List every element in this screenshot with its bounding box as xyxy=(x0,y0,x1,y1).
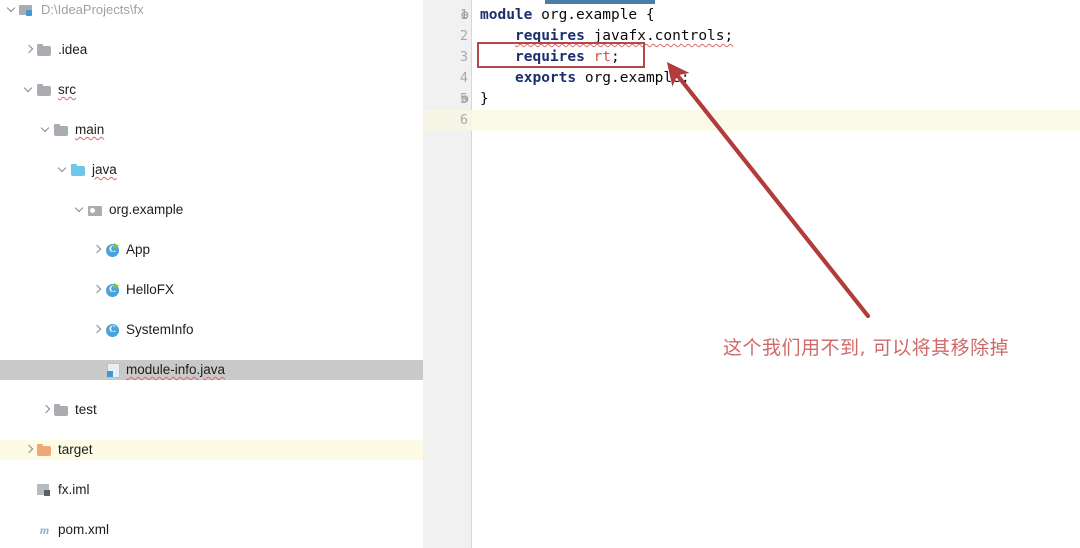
tree-row-label: target xyxy=(58,442,93,457)
iml-file-icon xyxy=(36,482,53,498)
code-token: requires xyxy=(515,28,585,44)
tree-row[interactable]: java xyxy=(0,160,423,180)
annotation-note: 这个我们用不到, 可以将其移除掉 xyxy=(723,337,1010,359)
chevron-down-icon[interactable] xyxy=(23,80,36,100)
folder-orange-icon xyxy=(36,442,53,458)
tree-row-label: HelloFX xyxy=(126,282,175,297)
code-token: rt xyxy=(593,49,612,65)
chevron-right-icon[interactable] xyxy=(23,40,36,60)
code-token: javafx.controls; xyxy=(584,28,734,44)
chevron-right-icon[interactable] xyxy=(40,400,53,420)
tree-row-label: SystemInfo xyxy=(126,322,194,337)
tree-row-label: java xyxy=(92,162,117,177)
chevron-down-icon[interactable] xyxy=(57,160,70,180)
java-class-runnable-icon: C xyxy=(104,282,121,298)
tree-row-label: src xyxy=(58,82,76,97)
tree-row[interactable]: test xyxy=(0,400,423,420)
line-number: 6 xyxy=(459,112,468,128)
line-number: 3 xyxy=(459,49,468,65)
tree-row-label: fx.iml xyxy=(58,482,90,497)
java-class-runnable-icon: C xyxy=(104,242,121,258)
tree-row-label: .idea xyxy=(58,42,88,57)
code-token: module xyxy=(480,7,533,23)
no-chevron-spacer xyxy=(23,520,36,540)
code-fold-toggle[interactable]: ⊖ xyxy=(461,89,469,110)
code-token: } xyxy=(480,91,489,107)
chevron-down-icon[interactable] xyxy=(74,200,87,220)
folder-icon xyxy=(53,402,70,418)
tree-row[interactable]: org.example xyxy=(0,200,423,220)
module-info-icon xyxy=(104,362,121,378)
code-token: org.example; xyxy=(576,70,690,86)
code-token: requires xyxy=(515,49,585,65)
tree-row-label: org.example xyxy=(109,202,184,217)
chevron-right-icon[interactable] xyxy=(91,320,104,340)
code-fold-toggle[interactable]: ⊖ xyxy=(461,5,469,26)
code-line[interactable]: requires javafx.controls; xyxy=(515,26,733,47)
tree-row-label: test xyxy=(75,402,97,417)
tree-row-label: pom.xml xyxy=(58,522,110,537)
code-token: ; xyxy=(611,49,620,65)
tree-row[interactable]: module-info.java xyxy=(0,360,423,380)
active-tab-indicator xyxy=(545,0,655,4)
tree-row[interactable]: m pom.xml xyxy=(0,520,423,540)
tree-row[interactable]: target xyxy=(0,440,423,460)
tree-row[interactable]: C HelloFX xyxy=(0,280,423,300)
tree-row[interactable]: C SystemInfo xyxy=(0,320,423,340)
code-line[interactable]: requires rt; xyxy=(515,47,620,68)
no-chevron-spacer xyxy=(23,480,36,500)
chevron-right-icon[interactable] xyxy=(91,280,104,300)
chevron-right-icon[interactable] xyxy=(91,240,104,260)
folder-blue-icon xyxy=(70,162,87,178)
tree-row-label: main xyxy=(75,122,105,137)
tree-row[interactable]: fx.iml xyxy=(0,480,423,500)
folder-icon xyxy=(36,42,53,58)
tree-row[interactable]: D:\IdeaProjects\fx xyxy=(0,0,423,20)
code-line[interactable]: module org.example { xyxy=(480,5,655,26)
chevron-down-icon[interactable] xyxy=(6,0,19,20)
folder-icon xyxy=(36,82,53,98)
tree-row[interactable]: C App xyxy=(0,240,423,260)
code-editor[interactable]: module org.example {requires javafx.cont… xyxy=(472,0,1080,548)
tree-row-label: module-info.java xyxy=(126,362,226,377)
chevron-right-icon[interactable] xyxy=(23,440,36,460)
project-tool-window[interactable]: D:\IdeaProjects\fx .idea src main java org.ex… xyxy=(0,0,423,548)
maven-pom-icon: m xyxy=(39,523,50,537)
tree-row[interactable]: main xyxy=(0,120,423,140)
line-number: 4 xyxy=(459,70,468,86)
no-chevron-spacer xyxy=(91,360,104,380)
tree-row-label: D:\IdeaProjects\fx xyxy=(41,2,144,17)
ide-screenshot: D:\IdeaProjects\fx .idea src main java org.ex… xyxy=(0,0,1080,548)
folder-icon xyxy=(53,122,70,138)
line-number: 2 xyxy=(459,28,468,44)
tree-row[interactable]: .idea xyxy=(0,40,423,60)
module-root-icon xyxy=(19,2,36,18)
tree-row-label: App xyxy=(126,242,151,257)
code-token: exports xyxy=(515,70,577,86)
caret-line-highlight xyxy=(472,110,1080,131)
java-class-icon: C xyxy=(104,322,121,338)
code-line[interactable]: } xyxy=(480,89,489,110)
package-icon xyxy=(87,202,104,218)
chevron-down-icon[interactable] xyxy=(40,120,53,140)
code-line[interactable]: exports org.example; xyxy=(515,68,690,89)
tree-row[interactable]: src xyxy=(0,80,423,100)
code-token: org.example { xyxy=(532,7,655,23)
